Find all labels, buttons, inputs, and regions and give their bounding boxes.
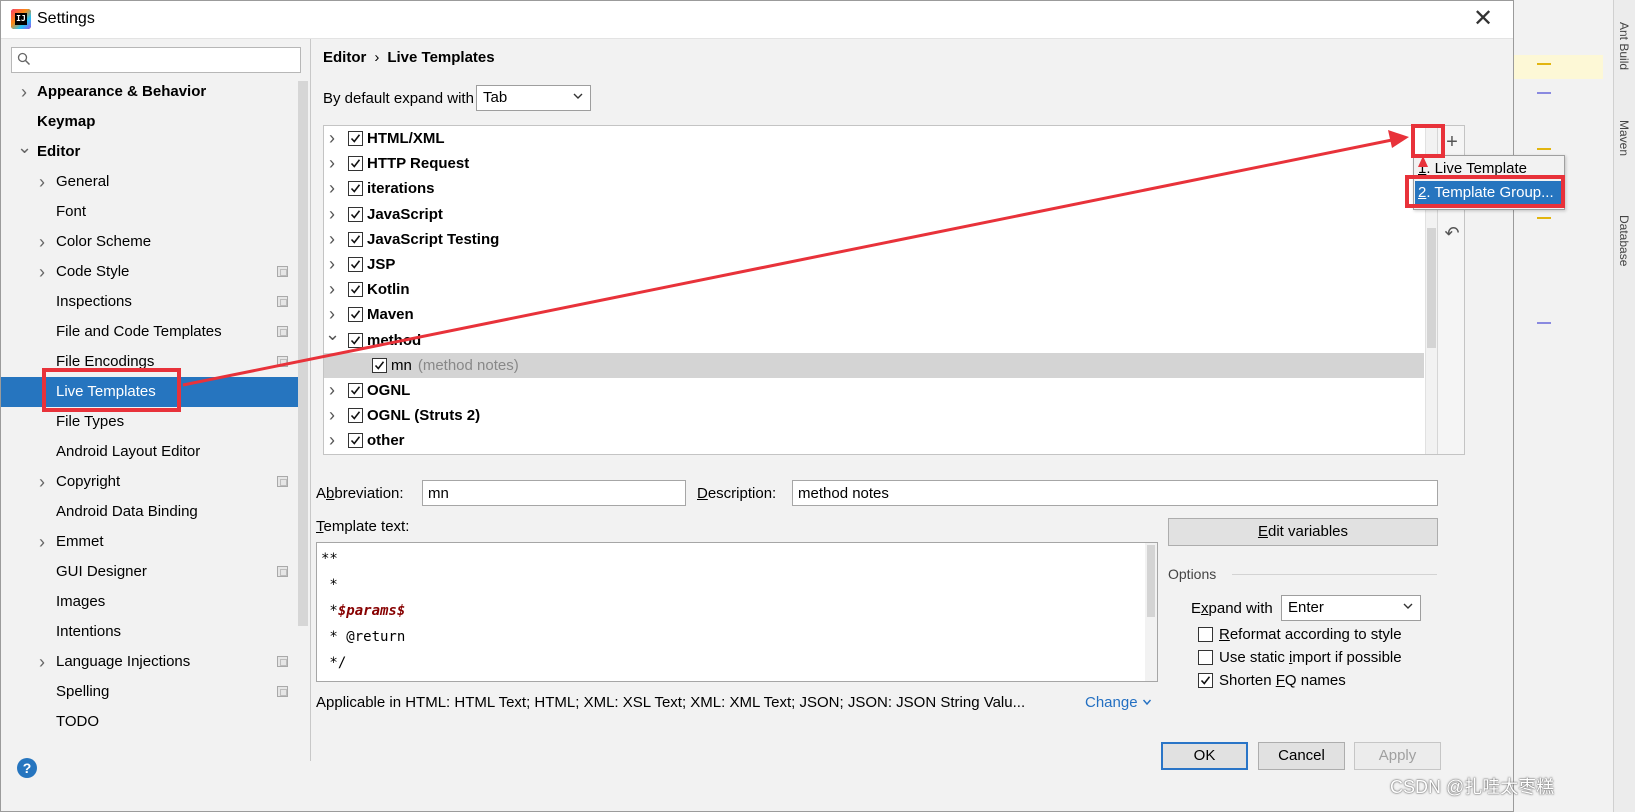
watermark: CSDN @扎哇太枣糕 bbox=[1390, 777, 1555, 797]
annotation-arrow bbox=[182, 130, 1428, 387]
